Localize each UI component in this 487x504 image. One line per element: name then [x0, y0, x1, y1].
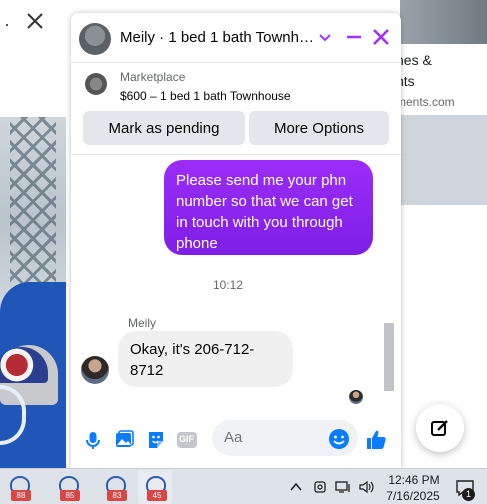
taskbar-app-icon[interactable]: 83 [98, 470, 132, 504]
like-icon[interactable] [364, 428, 386, 450]
taskbar-app-badge: 83 [107, 490, 127, 501]
mark-as-pending-button[interactable]: Mark as pending [83, 111, 245, 145]
taskbar-clock-time[interactable]: 12:46 PM [384, 473, 444, 487]
incoming-message[interactable]: Okay, it's 206-712-8712 [118, 331, 293, 387]
image-icon[interactable] [113, 429, 135, 451]
message-thread: Please send me your phn number so that w… [71, 155, 401, 415]
windows-taskbar: 88 85 83 45 12:46 PM 7/16/2025 1 [0, 468, 487, 504]
listing-title[interactable]: $600 – 1 bed 1 bath Townhouse [120, 89, 291, 103]
chat-title[interactable]: Meily · 1 bed 1 bath Townh… [120, 29, 315, 46]
emoji-icon[interactable] [328, 428, 350, 450]
message-timestamp: 10:12 [212, 278, 244, 292]
gif-label: GIF [179, 434, 194, 444]
taskbar-app-icon[interactable]: 85 [51, 470, 85, 504]
message-composer: GIF [71, 415, 401, 468]
background-right-url: ments.com [396, 95, 455, 109]
taskbar-app-badge: 45 [147, 490, 167, 501]
close-icon[interactable] [371, 27, 391, 47]
taskbar-app-badge: 88 [11, 490, 31, 501]
read-receipt-avatar [349, 390, 363, 404]
chevron-down-icon[interactable] [318, 31, 332, 45]
background-photo[interactable] [0, 117, 66, 468]
sender-avatar[interactable] [81, 356, 109, 384]
taskbar-clock-date[interactable]: 7/16/2025 [380, 489, 446, 503]
microphone-icon[interactable] [82, 429, 104, 451]
listing-source: Marketplace [120, 70, 186, 84]
volume-icon[interactable] [358, 479, 374, 495]
notification-count-badge: 1 [462, 488, 475, 501]
chat-header[interactable]: Meily · 1 bed 1 bath Townh… [71, 13, 401, 63]
compose-icon [431, 420, 448, 436]
background-right-image [400, 115, 487, 205]
taskbar-app-icon-active[interactable]: 45 [138, 470, 172, 504]
more-options-button[interactable]: More Options [249, 111, 389, 145]
sticker-icon[interactable] [145, 429, 167, 451]
listing-thumbnail[interactable] [85, 73, 107, 95]
chat-window: Meily · 1 bed 1 bath Townh… Marketplace … [71, 13, 401, 468]
sender-name: Meily [128, 316, 157, 330]
minimize-icon[interactable] [344, 27, 364, 47]
camera-tray-icon[interactable] [312, 479, 328, 495]
taskbar-app-badge: 85 [60, 490, 80, 501]
marketplace-listing-banner: Marketplace $600 – 1 bed 1 bath Townhous… [71, 63, 401, 155]
new-message-button[interactable] [416, 404, 464, 452]
tray-chevron-up-icon[interactable] [289, 480, 303, 494]
background-right-text: nes & [396, 52, 432, 68]
background-right-image [400, 0, 487, 44]
background-close-icon[interactable] [24, 10, 46, 32]
scrollbar-thumb[interactable] [384, 323, 394, 391]
network-icon[interactable] [335, 479, 351, 495]
listing-avatar[interactable] [79, 23, 111, 55]
taskbar-app-icon[interactable]: 88 [2, 470, 36, 504]
background-right-column: nes & nts ments.com [396, 0, 487, 468]
background-dot: · [4, 14, 10, 34]
outgoing-message[interactable]: Please send me your phn number so that w… [164, 160, 373, 255]
gif-icon[interactable]: GIF [176, 429, 198, 451]
